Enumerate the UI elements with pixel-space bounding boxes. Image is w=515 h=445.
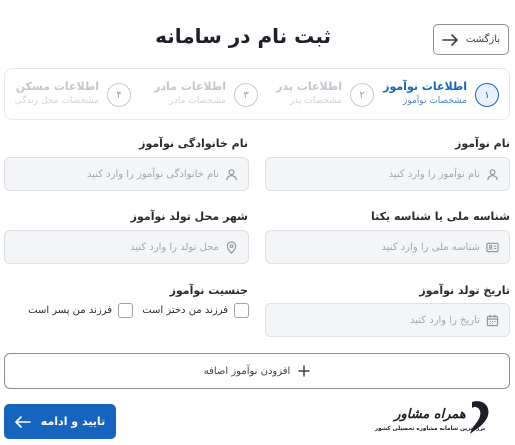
step-number: ۱ <box>475 83 499 107</box>
user-icon <box>226 168 237 180</box>
gender-option-girl[interactable]: فرزند من دختر است <box>142 303 249 318</box>
step-mother-info[interactable]: ۳ اطلاعات مادر مشخصات مادر <box>148 77 258 113</box>
gender-boy-label: فرزند من پسر است <box>28 305 112 316</box>
user-icon <box>487 168 498 180</box>
add-student-label: افزودن نوآموز اضافه <box>203 365 291 377</box>
gender-option-boy[interactable]: فرزند من پسر است <box>28 303 133 318</box>
birth-city-label: شهر محل تولد نوآموز <box>130 210 248 223</box>
step-title: اطلاعات مسکن <box>15 80 99 93</box>
svg-text:همراه مشاور: همراه مشاور <box>392 407 466 422</box>
arrow-right-icon <box>442 33 458 46</box>
page-title: ثبت نام در سامانه <box>155 24 331 48</box>
step-housing-info[interactable]: ۴ اطلاعات مسکن مشخصات محل زندگی <box>11 77 131 113</box>
confirm-continue-button[interactable]: تایید و ادامه <box>4 404 116 439</box>
step-father-info[interactable]: ۲ اطلاعات پدر مشخصات پدر <box>264 77 374 113</box>
calendar-icon <box>486 314 499 326</box>
back-button-label: بازگشت <box>465 34 501 45</box>
birth-date-input[interactable]: تاریخ را وارد کنید <box>265 303 510 337</box>
birth-city-input[interactable]: محل تولد را وارد کنید <box>4 230 249 264</box>
first-name-input[interactable]: نام نوآموز را وارد کنید <box>265 157 510 191</box>
national-id-label: شناسه ملی یا شناسه یکتا <box>370 210 510 223</box>
plus-icon <box>298 365 311 377</box>
hamrah-moshaver-logo: همراه مشاور بزرگترین سامانه مشاوره تحصیل… <box>374 401 489 434</box>
registration-stepper: ۱ اطلاعات نوآموز مشخصات نوآموز ۲ اطلاعات… <box>4 68 510 120</box>
gender-boy-checkbox[interactable] <box>118 303 133 318</box>
svg-text:بزرگترین سامانه مشاوره تحصیلی: بزرگترین سامانه مشاوره تحصیلی کشور <box>374 424 485 432</box>
confirm-continue-label: تایید و ادامه <box>40 415 106 428</box>
last-name-placeholder: نام خانوادگی نوآموز را وارد کنید <box>86 168 219 180</box>
last-name-label: نام خانوادگی نوآموز <box>139 137 248 150</box>
first-name-placeholder: نام نوآموز را وارد کنید <box>388 168 480 180</box>
step-number: ۴ <box>107 83 131 107</box>
location-pin-icon <box>226 240 237 254</box>
step-title: اطلاعات مادر <box>154 80 226 93</box>
step-subtitle: مشخصات مادر <box>169 96 226 106</box>
step-number: ۲ <box>350 83 374 107</box>
gender-girl-label: فرزند من دختر است <box>142 305 228 316</box>
step-subtitle: مشخصات نوآموز <box>402 96 467 106</box>
step-title: اطلاعات پدر <box>276 80 342 93</box>
gender-label: جنسیت نوآموز <box>169 284 248 297</box>
step-subtitle: مشخصات محل زندگی <box>14 96 99 106</box>
step-number: ۳ <box>234 83 258 107</box>
last-name-input[interactable]: نام خانوادگی نوآموز را وارد کنید <box>4 157 249 191</box>
arrow-left-icon <box>14 415 31 428</box>
birth-date-placeholder: تاریخ را وارد کنید <box>410 314 480 326</box>
first-name-label: نام نوآموز <box>455 137 510 150</box>
gender-girl-checkbox[interactable] <box>234 303 249 318</box>
birth-date-label: تاریخ تولد نوآموز <box>419 284 510 297</box>
step-title: اطلاعات نوآموز <box>383 80 467 93</box>
step-student-info[interactable]: ۱ اطلاعات نوآموز مشخصات نوآموز <box>383 77 499 113</box>
add-student-button[interactable]: افزودن نوآموز اضافه <box>4 353 510 389</box>
national-id-placeholder: شناسه ملی را وارد کنید <box>381 241 480 253</box>
id-card-icon <box>486 242 499 252</box>
back-button[interactable]: بازگشت <box>433 24 509 55</box>
birth-city-placeholder: محل تولد را وارد کنید <box>130 241 219 253</box>
national-id-input[interactable]: شناسه ملی را وارد کنید <box>265 230 510 264</box>
step-subtitle: مشخصات پدر <box>289 96 342 106</box>
